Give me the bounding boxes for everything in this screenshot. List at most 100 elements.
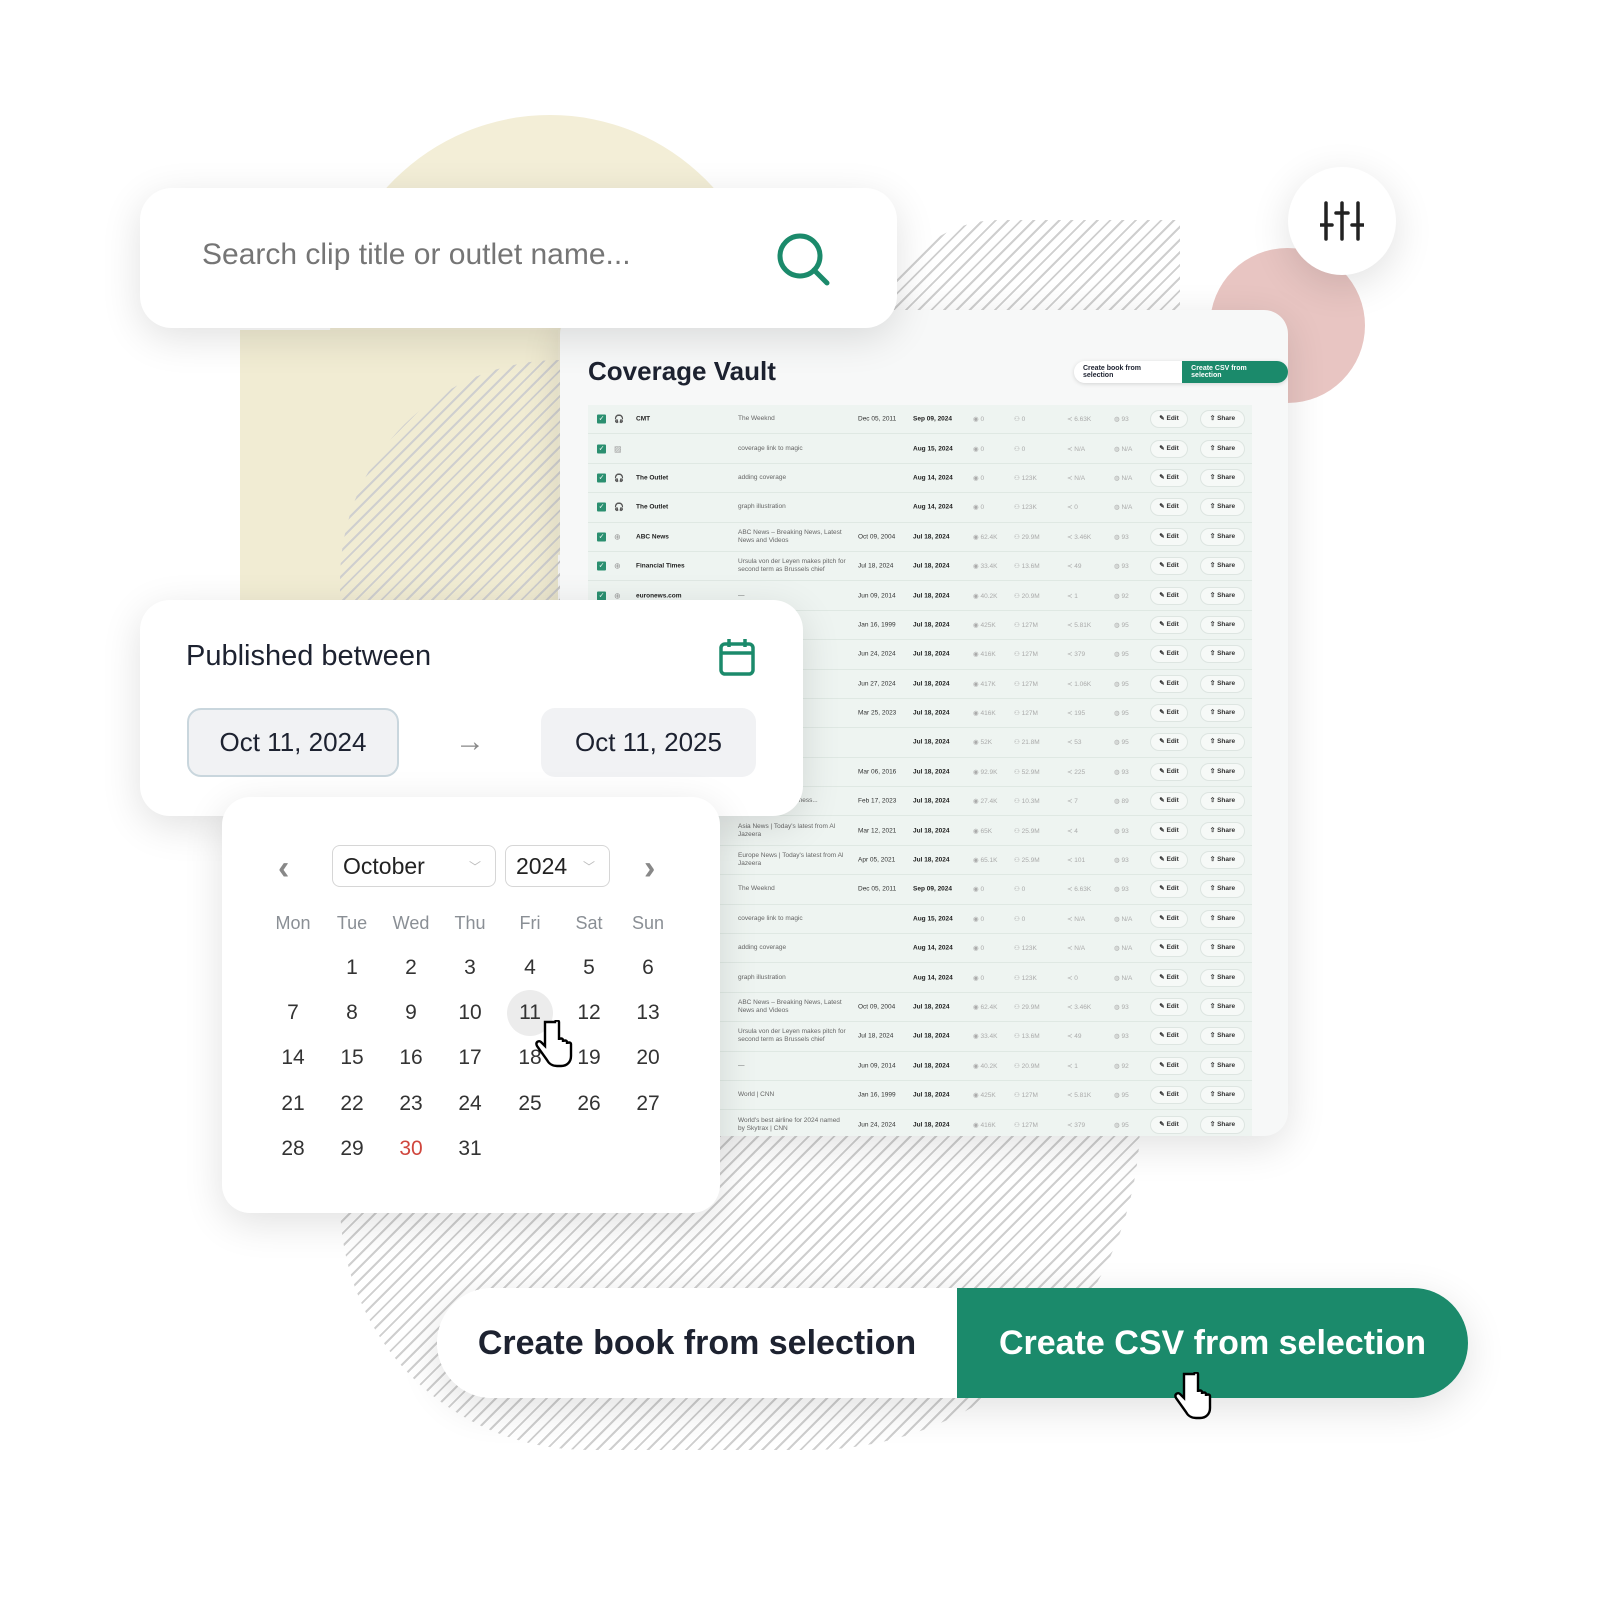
share-button[interactable]: ⇧ Share: [1200, 851, 1245, 870]
edit-button[interactable]: ✎ Edit: [1150, 821, 1188, 840]
share-button[interactable]: ⇧ Share: [1200, 1115, 1245, 1134]
edit-button[interactable]: ✎ Edit: [1150, 998, 1188, 1016]
share-button[interactable]: ⇧ Share: [1200, 674, 1245, 693]
row-checkbox[interactable]: ✓: [597, 502, 606, 512]
edit-button[interactable]: ✎ Edit: [1150, 557, 1188, 576]
edit-button[interactable]: ✎ Edit: [1150, 1115, 1188, 1134]
calendar-day[interactable]: 8: [329, 990, 375, 1036]
edit-button[interactable]: ✎ Edit: [1150, 733, 1188, 752]
table-row[interactable]: ✓ ⊕ Financial Times Ursula von der Leyen ma…: [588, 551, 1252, 582]
table-row[interactable]: ✓ ▨ coverage link to magic Aug 15, 2024 ◉ 0 ⚇…: [588, 434, 1252, 464]
share-button[interactable]: ⇧ Share: [1200, 909, 1245, 928]
end-date-input[interactable]: Oct 11, 2025: [541, 708, 756, 777]
create-book-button-small[interactable]: Create book from selection: [1074, 361, 1183, 383]
create-csv-button-small[interactable]: Create CSV from selection: [1182, 361, 1288, 383]
calendar-day[interactable]: 1: [329, 945, 375, 991]
calendar-day[interactable]: 4: [507, 945, 553, 991]
row-checkbox[interactable]: ✓: [597, 561, 606, 571]
year-select[interactable]: 2024 ﹀: [505, 845, 610, 887]
month-select[interactable]: October ﹀: [332, 845, 496, 887]
table-row[interactable]: ✓ 🎧 The Outlet adding coverage Aug 14, 2024 ◉…: [588, 463, 1252, 494]
share-button[interactable]: ⇧ Share: [1200, 733, 1245, 752]
calendar-day[interactable]: 6: [625, 945, 671, 991]
share-button[interactable]: ⇧ Share: [1200, 1056, 1245, 1075]
edit-button[interactable]: ✎ Edit: [1150, 909, 1188, 928]
edit-button[interactable]: ✎ Edit: [1150, 704, 1188, 723]
row-checkbox[interactable]: ✓: [597, 591, 606, 601]
share-button[interactable]: ⇧ Share: [1200, 939, 1245, 958]
share-button[interactable]: ⇧ Share: [1200, 645, 1245, 664]
edit-button[interactable]: ✎ Edit: [1150, 968, 1188, 987]
calendar-day[interactable]: 29: [329, 1126, 375, 1172]
filter-button[interactable]: [1288, 167, 1396, 275]
calendar-day[interactable]: 22: [329, 1081, 375, 1127]
share-button[interactable]: ⇧ Share: [1200, 439, 1245, 458]
share-button[interactable]: ⇧ Share: [1200, 880, 1245, 899]
share-button[interactable]: ⇧ Share: [1200, 1086, 1245, 1105]
edit-button[interactable]: ✎ Edit: [1150, 674, 1188, 693]
edit-button[interactable]: ✎ Edit: [1150, 468, 1188, 487]
row-checkbox[interactable]: ✓: [597, 414, 606, 424]
calendar-day[interactable]: 3: [447, 945, 493, 991]
share-button[interactable]: ⇧ Share: [1200, 615, 1245, 634]
start-date-input[interactable]: Oct 11, 2024: [187, 708, 399, 777]
edit-button[interactable]: ✎ Edit: [1150, 1086, 1188, 1105]
search-icon[interactable]: [776, 232, 832, 288]
share-button[interactable]: ⇧ Share: [1200, 498, 1245, 517]
calendar-day[interactable]: 10: [447, 990, 493, 1036]
share-button[interactable]: ⇧ Share: [1200, 762, 1245, 781]
calendar-day[interactable]: 16: [388, 1035, 434, 1081]
table-row[interactable]: ✓ ⊕ ABC News ABC News – Breaking News, Late…: [588, 522, 1252, 552]
share-button[interactable]: ⇧ Share: [1200, 468, 1245, 487]
edit-button[interactable]: ✎ Edit: [1150, 880, 1188, 899]
calendar-day[interactable]: 21: [270, 1081, 316, 1127]
calendar-day[interactable]: 5: [566, 945, 612, 991]
edit-button[interactable]: ✎ Edit: [1150, 939, 1188, 958]
table-row[interactable]: ✓ 🎧 The Outlet graph illustration Aug 14, 20…: [588, 493, 1252, 523]
calendar-day[interactable]: 27: [625, 1081, 671, 1127]
edit-button[interactable]: ✎ Edit: [1150, 527, 1188, 546]
create-book-button[interactable]: Create book from selection: [437, 1288, 957, 1398]
share-button[interactable]: ⇧ Share: [1200, 410, 1245, 429]
calendar-day[interactable]: 25: [507, 1081, 553, 1127]
share-button[interactable]: ⇧ Share: [1200, 527, 1245, 546]
calendar-day[interactable]: 20: [625, 1035, 671, 1081]
calendar-day[interactable]: 15: [329, 1035, 375, 1081]
calendar-day[interactable]: 30: [388, 1126, 434, 1172]
share-button[interactable]: ⇧ Share: [1200, 998, 1245, 1016]
calendar-day[interactable]: 14: [270, 1035, 316, 1081]
calendar-day[interactable]: 24: [447, 1081, 493, 1127]
edit-button[interactable]: ✎ Edit: [1150, 792, 1188, 811]
edit-button[interactable]: ✎ Edit: [1150, 762, 1188, 781]
share-button[interactable]: ⇧ Share: [1200, 557, 1245, 576]
calendar-day[interactable]: 23: [388, 1081, 434, 1127]
next-month-button[interactable]: ›: [644, 849, 655, 888]
row-checkbox[interactable]: ✓: [597, 444, 606, 454]
calendar-day[interactable]: 2: [388, 945, 434, 991]
calendar-icon[interactable]: [719, 638, 755, 676]
share-button[interactable]: ⇧ Share: [1200, 1027, 1245, 1046]
share-button[interactable]: ⇧ Share: [1200, 586, 1245, 605]
share-button[interactable]: ⇧ Share: [1200, 968, 1245, 987]
calendar-day[interactable]: 9: [388, 990, 434, 1036]
edit-button[interactable]: ✎ Edit: [1150, 1056, 1188, 1075]
edit-button[interactable]: ✎ Edit: [1150, 439, 1188, 458]
row-checkbox[interactable]: ✓: [597, 473, 606, 483]
prev-month-button[interactable]: ‹: [278, 849, 289, 888]
edit-button[interactable]: ✎ Edit: [1150, 645, 1188, 664]
edit-button[interactable]: ✎ Edit: [1150, 615, 1188, 634]
share-button[interactable]: ⇧ Share: [1200, 704, 1245, 723]
edit-button[interactable]: ✎ Edit: [1150, 410, 1188, 429]
edit-button[interactable]: ✎ Edit: [1150, 851, 1188, 870]
edit-button[interactable]: ✎ Edit: [1150, 498, 1188, 517]
calendar-day[interactable]: 7: [270, 990, 316, 1036]
calendar-day[interactable]: 17: [447, 1035, 493, 1081]
edit-button[interactable]: ✎ Edit: [1150, 1027, 1188, 1046]
calendar-day[interactable]: 13: [625, 990, 671, 1036]
create-csv-button[interactable]: Create CSV from selection: [957, 1288, 1468, 1398]
edit-button[interactable]: ✎ Edit: [1150, 586, 1188, 605]
calendar-day[interactable]: 31: [447, 1126, 493, 1172]
share-button[interactable]: ⇧ Share: [1200, 821, 1245, 840]
share-button[interactable]: ⇧ Share: [1200, 792, 1245, 811]
search-input[interactable]: [202, 238, 742, 272]
